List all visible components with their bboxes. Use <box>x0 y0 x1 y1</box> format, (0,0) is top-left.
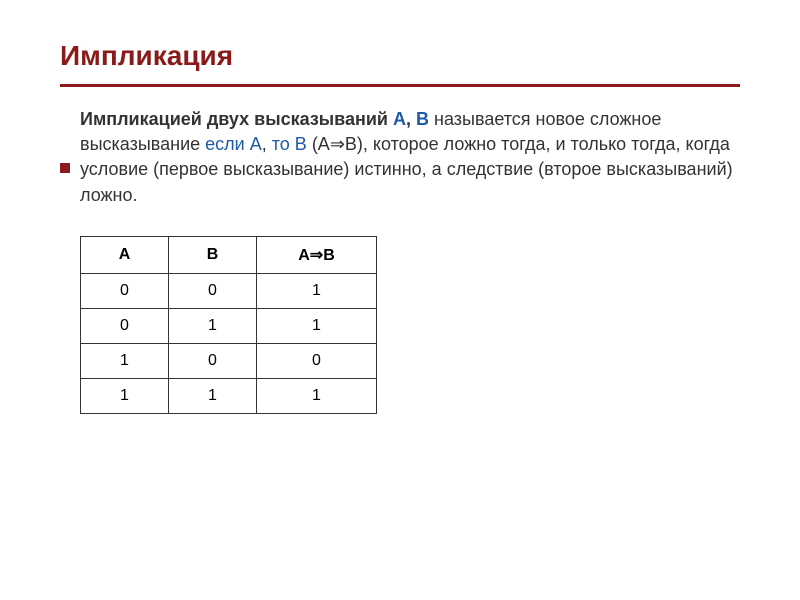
table-cell: 0 <box>257 343 377 378</box>
table-cell: 0 <box>81 273 169 308</box>
table-header: В <box>169 236 257 273</box>
table-cell: 1 <box>257 378 377 413</box>
title-divider <box>60 84 740 87</box>
def-then-b: то В <box>272 134 307 154</box>
table-row: 0 0 1 <box>81 273 377 308</box>
def-comma1: , <box>406 109 416 129</box>
def-a1: А <box>393 109 406 129</box>
table-cell: 1 <box>81 378 169 413</box>
table-header: А⇒В <box>257 236 377 273</box>
truth-table: А В А⇒В 0 0 1 0 1 1 1 0 <box>80 236 377 414</box>
definition-paragraph: Импликацией двух высказываний А, В назыв… <box>80 107 740 208</box>
slide-title: Импликация <box>60 40 740 72</box>
table-cell: 1 <box>257 308 377 343</box>
table-row: 1 0 0 <box>81 343 377 378</box>
def-comma2: , <box>262 134 272 154</box>
table-row: 1 1 1 <box>81 378 377 413</box>
def-if-a: если А <box>205 134 262 154</box>
table-header-row: А В А⇒В <box>81 236 377 273</box>
table-cell: 0 <box>81 308 169 343</box>
def-intro: Импликацией двух высказываний <box>80 109 393 129</box>
table-cell: 1 <box>257 273 377 308</box>
table-cell: 0 <box>169 343 257 378</box>
bullet-marker <box>60 163 70 173</box>
table-cell: 1 <box>81 343 169 378</box>
table-cell: 0 <box>169 273 257 308</box>
table-cell: 1 <box>169 308 257 343</box>
def-b1: В <box>416 109 429 129</box>
table-header: А <box>81 236 169 273</box>
truth-table-container: А В А⇒В 0 0 1 0 1 1 1 0 <box>80 236 740 414</box>
table-cell: 1 <box>169 378 257 413</box>
table-row: 0 1 1 <box>81 308 377 343</box>
